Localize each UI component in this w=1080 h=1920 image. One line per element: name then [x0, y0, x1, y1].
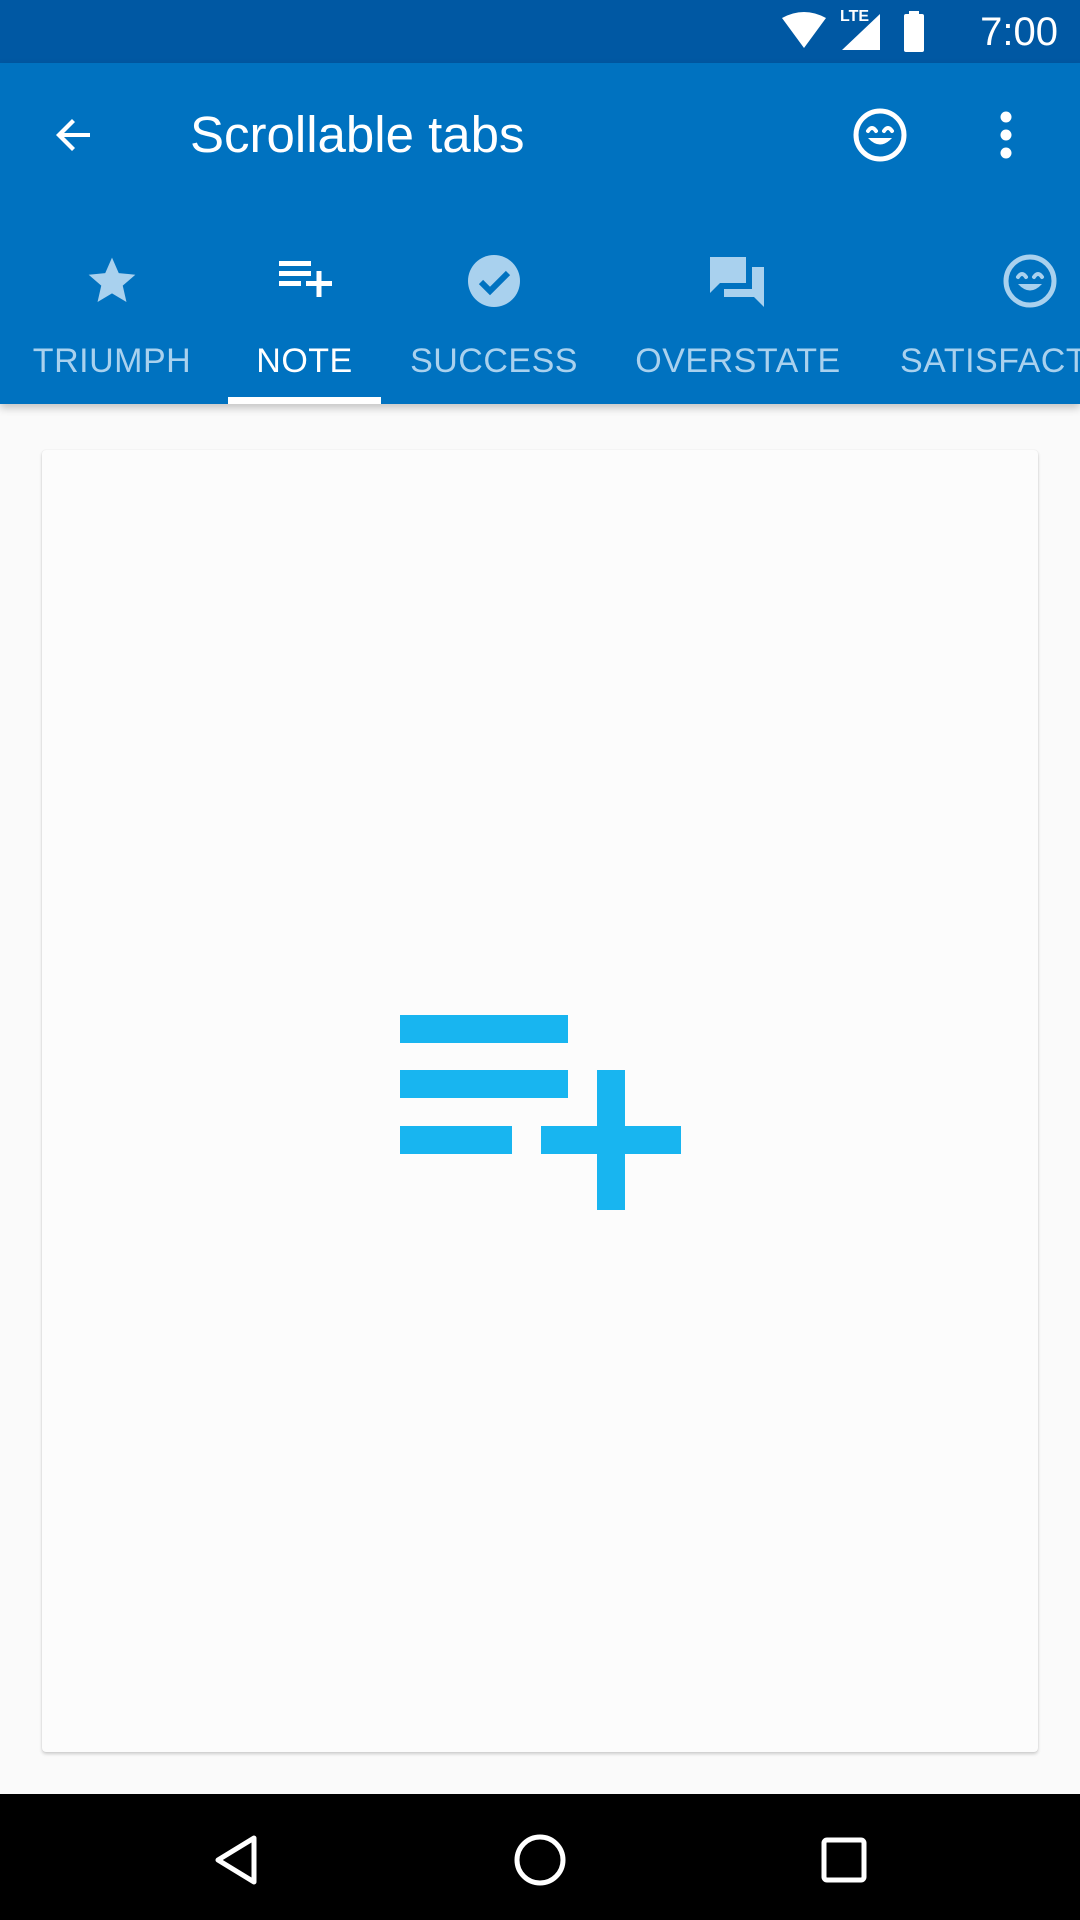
nav-back-button[interactable] — [188, 1812, 284, 1908]
playlist-add-icon — [278, 261, 332, 297]
emoji-action-button[interactable] — [832, 87, 928, 183]
status-bar: LTE 7:00 — [0, 0, 1080, 63]
nav-recents-button[interactable] — [796, 1812, 892, 1908]
tab-label: TRIUMPH — [32, 342, 192, 380]
page-title: Scrollable tabs — [190, 106, 525, 163]
tab-selected-indicator — [228, 397, 381, 404]
more-options-button[interactable] — [958, 87, 1054, 183]
tab-label: NOTE — [256, 342, 353, 380]
nav-home-button[interactable] — [492, 1812, 588, 1908]
tab-icon-wrap — [277, 245, 333, 317]
tab-icon-wrap — [84, 245, 140, 317]
tab-label: SATISFACT — [900, 342, 1080, 380]
recents-square-icon — [821, 1837, 867, 1883]
tab-icon-wrap — [1002, 245, 1058, 317]
check-circle-icon — [468, 255, 520, 307]
navigation-bar — [0, 1794, 1080, 1920]
app-bar: Scrollable tabs TRIUMPH NOTE SUCCESS OVE… — [0, 63, 1080, 404]
tab-icon-wrap — [466, 245, 522, 317]
back-triangle-icon — [215, 1835, 257, 1885]
tab-icon-wrap — [708, 245, 768, 317]
content-card — [42, 450, 1038, 1752]
back-button[interactable] — [26, 87, 122, 183]
tab-success[interactable]: SUCCESS — [400, 239, 588, 404]
home-circle-icon — [514, 1834, 566, 1886]
star-icon — [88, 257, 136, 302]
battery-icon — [904, 14, 924, 52]
smiley-icon — [1003, 254, 1057, 308]
more-vert-icon — [1000, 111, 1012, 159]
network-type-label: LTE — [840, 8, 870, 25]
tab-label: SUCCESS — [410, 342, 578, 380]
smiley-icon — [853, 108, 907, 162]
playlist-add-icon — [400, 1015, 681, 1210]
tab-note[interactable]: NOTE — [228, 239, 381, 404]
tab-triumph[interactable]: TRIUMPH — [20, 239, 204, 404]
status-time: 7:00 — [980, 10, 1058, 54]
forum-icon — [710, 257, 764, 307]
tab-satisfaction[interactable]: SATISFACT — [900, 239, 1080, 404]
tab-overstate[interactable]: OVERSTATE — [628, 239, 848, 404]
tab-label: OVERSTATE — [635, 342, 841, 380]
wifi-icon — [782, 12, 826, 48]
status-icons: LTE — [780, 8, 940, 54]
arrow-back-icon — [56, 119, 90, 151]
